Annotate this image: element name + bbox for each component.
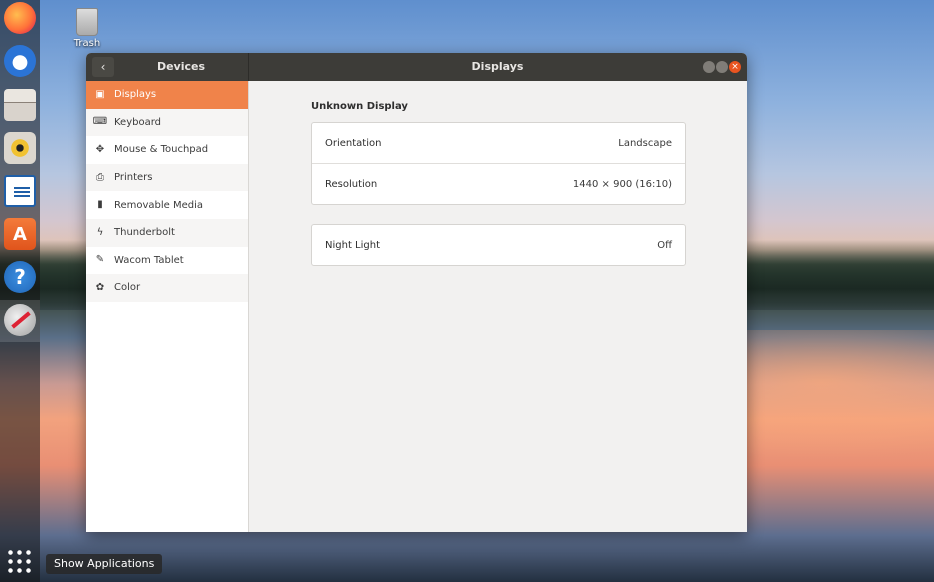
keyboard-icon: ⌨ bbox=[92, 116, 108, 128]
resolution-row[interactable]: Resolution 1440 × 900 (16:10) bbox=[312, 163, 685, 204]
tablet-icon: ✎ bbox=[95, 254, 105, 266]
show-applications-tooltip: Show Applications bbox=[46, 554, 163, 574]
sidebar-item-label: Color bbox=[114, 282, 141, 294]
displays-panel: Unknown Display Orientation Landscape Re… bbox=[249, 81, 747, 532]
sidebar-item-displays[interactable]: ▣ Displays bbox=[86, 81, 248, 109]
sidebar: ▣ Displays ⌨ Keyboard ✥ Mouse & Touchpad… bbox=[86, 81, 249, 532]
night-light-row[interactable]: Night Light Off bbox=[312, 225, 685, 265]
trash-icon bbox=[76, 8, 98, 36]
firefox-icon[interactable] bbox=[4, 2, 36, 34]
sidebar-item-label: Thunderbolt bbox=[114, 227, 175, 239]
display-icon: ▣ bbox=[95, 88, 105, 100]
mouse-icon: ✥ bbox=[95, 143, 105, 155]
color-icon: ✿ bbox=[95, 281, 105, 293]
desktop-trash[interactable]: Trash bbox=[70, 8, 104, 49]
sidebar-item-keyboard[interactable]: ⌨ Keyboard bbox=[86, 108, 248, 137]
files-icon[interactable] bbox=[4, 89, 36, 121]
sidebar-item-label: Keyboard bbox=[114, 116, 162, 128]
display-name-heading: Unknown Display bbox=[311, 101, 408, 112]
minimize-button[interactable] bbox=[703, 61, 715, 73]
back-button[interactable]: ‹ bbox=[92, 57, 114, 77]
sidebar-item-label: Removable Media bbox=[114, 199, 204, 211]
display-settings-card: Orientation Landscape Resolution 1440 × … bbox=[311, 122, 686, 205]
sidebar-item-removable-media[interactable]: ▮ Removable Media bbox=[86, 191, 248, 219]
settings-window: ‹ Devices Displays × ▣ Displays ⌨ Keyboa… bbox=[86, 53, 747, 532]
window-title: Displays bbox=[471, 60, 524, 73]
sidebar-item-thunderbolt[interactable]: ϟ Thunderbolt bbox=[86, 218, 248, 247]
printer-icon: ⎙ bbox=[96, 171, 104, 183]
sidebar-header: ‹ Devices bbox=[86, 53, 249, 81]
orientation-value: Landscape bbox=[618, 137, 672, 149]
orientation-label: Orientation bbox=[325, 137, 382, 149]
resolution-value: 1440 × 900 (16:10) bbox=[572, 178, 672, 190]
sidebar-item-mouse-touchpad[interactable]: ✥ Mouse & Touchpad bbox=[86, 136, 248, 164]
night-light-value: Off bbox=[657, 239, 672, 251]
orientation-row[interactable]: Orientation Landscape bbox=[312, 123, 685, 163]
writer-icon[interactable] bbox=[4, 175, 36, 207]
maximize-button[interactable] bbox=[716, 61, 728, 73]
sidebar-item-label: Displays bbox=[114, 89, 157, 101]
show-applications-icon[interactable] bbox=[6, 548, 34, 576]
window-titlebar[interactable]: ‹ Devices Displays × bbox=[86, 53, 747, 81]
thunderbolt-icon: ϟ bbox=[96, 226, 104, 238]
usb-icon: ▮ bbox=[97, 199, 103, 211]
thunderbird-icon[interactable] bbox=[4, 45, 36, 77]
sidebar-item-wacom-tablet[interactable]: ✎ Wacom Tablet bbox=[86, 247, 248, 275]
dock: A ? bbox=[0, 0, 40, 582]
close-button[interactable]: × bbox=[729, 61, 741, 73]
sidebar-item-label: Mouse & Touchpad bbox=[114, 144, 209, 156]
trash-label: Trash bbox=[73, 38, 101, 49]
software-icon[interactable]: A bbox=[4, 218, 36, 250]
panel-title: Devices bbox=[156, 60, 206, 73]
night-light-card: Night Light Off bbox=[311, 224, 686, 266]
rhythmbox-icon[interactable] bbox=[4, 132, 36, 164]
resolution-label: Resolution bbox=[325, 178, 378, 190]
sidebar-item-printers[interactable]: ⎙ Printers bbox=[86, 163, 248, 192]
settings-tools-icon[interactable] bbox=[4, 304, 36, 336]
help-icon[interactable]: ? bbox=[4, 261, 36, 293]
sidebar-item-label: Printers bbox=[114, 172, 153, 184]
sidebar-item-label: Wacom Tablet bbox=[114, 254, 184, 266]
sidebar-item-color[interactable]: ✿ Color bbox=[86, 274, 248, 302]
night-light-label: Night Light bbox=[325, 239, 380, 251]
